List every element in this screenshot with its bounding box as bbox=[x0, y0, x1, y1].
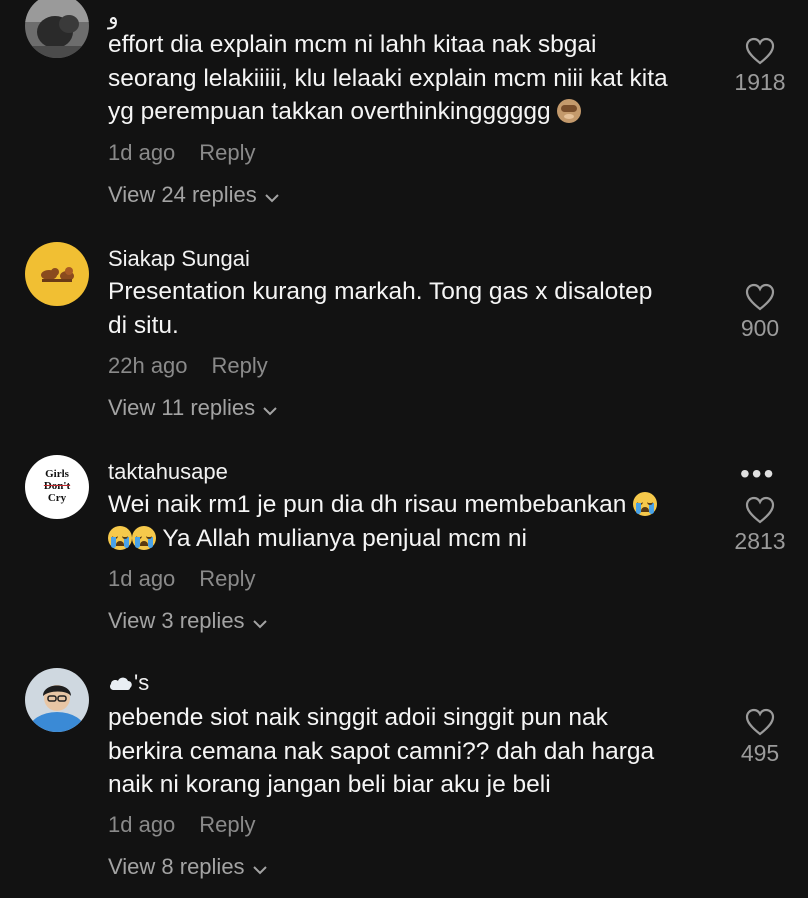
crying-face-icon bbox=[108, 525, 132, 550]
like-count: 495 bbox=[740, 740, 780, 766]
comment-meta: 1d ago Reply bbox=[108, 140, 256, 166]
user-avatar[interactable] bbox=[25, 668, 89, 732]
like-count: 900 bbox=[740, 315, 780, 341]
heart-icon bbox=[745, 708, 775, 736]
reply-button[interactable]: Reply bbox=[199, 566, 255, 591]
avatar-text: Girls Don't Cry bbox=[43, 468, 71, 504]
comment-meta: 22h ago Reply bbox=[108, 353, 268, 379]
view-replies-button[interactable]: View 11 replies bbox=[108, 395, 277, 422]
comment-text: Wei naik rm1 je pun dia dh risau membeba… bbox=[108, 488, 718, 555]
chevron-down-icon bbox=[265, 183, 279, 209]
user-avatar[interactable] bbox=[25, 242, 89, 306]
cloud-icon bbox=[110, 677, 132, 690]
comment-text: effort dia explain mcm ni lahh kitaa nak… bbox=[108, 31, 668, 125]
comment-meta: 1d ago Reply bbox=[108, 566, 256, 592]
comment-username[interactable]: Siakap Sungai bbox=[108, 246, 250, 272]
reply-button[interactable]: Reply bbox=[199, 812, 255, 837]
comment-text: pebende siot naik singgit adoii singgit … bbox=[108, 704, 655, 798]
heart-icon bbox=[745, 37, 775, 65]
comment-time: 22h ago bbox=[108, 353, 188, 378]
crying-face-icon bbox=[633, 492, 658, 516]
user-avatar[interactable] bbox=[25, 0, 89, 58]
comment-username[interactable]: و bbox=[108, 4, 119, 30]
comment-username[interactable]: taktahusape bbox=[108, 459, 228, 485]
like-button[interactable]: 495 bbox=[725, 708, 795, 767]
comment-text: Presentation kurang markah. Tong gas x d… bbox=[108, 278, 653, 339]
comment-time: 1d ago bbox=[108, 140, 176, 165]
comment-time: 1d ago bbox=[108, 812, 176, 837]
reply-button[interactable]: Reply bbox=[199, 140, 255, 165]
like-button[interactable]: 1918 bbox=[725, 37, 795, 96]
comment-meta: 1d ago Reply bbox=[108, 812, 256, 838]
comment-time: 1d ago bbox=[108, 566, 176, 591]
like-button[interactable]: 900 bbox=[725, 283, 795, 342]
comment-username[interactable]: 's bbox=[108, 670, 149, 696]
heart-icon bbox=[745, 283, 775, 311]
heart-icon bbox=[745, 496, 775, 524]
avatar-photo-icon bbox=[25, 0, 89, 58]
user-avatar[interactable]: Girls Don't Cry bbox=[25, 455, 89, 519]
like-count: 2813 bbox=[734, 528, 786, 554]
reply-button[interactable]: Reply bbox=[212, 353, 268, 378]
person-photo-icon bbox=[25, 668, 89, 732]
view-replies-button[interactable]: View 24 replies bbox=[108, 182, 279, 209]
view-replies-button[interactable]: View 8 replies bbox=[108, 854, 267, 881]
view-replies-button[interactable]: View 3 replies bbox=[108, 608, 267, 635]
chevron-down-icon bbox=[263, 396, 277, 422]
more-options-icon[interactable]: ••• bbox=[740, 460, 775, 488]
chevron-down-icon bbox=[252, 855, 267, 881]
crying-face-icon bbox=[132, 525, 156, 550]
chevron-down-icon bbox=[252, 609, 267, 635]
birds-avatar-icon bbox=[25, 242, 89, 306]
like-count: 1918 bbox=[734, 69, 786, 95]
see-no-evil-monkey-icon bbox=[557, 99, 582, 123]
like-button[interactable]: 2813 bbox=[725, 496, 795, 555]
